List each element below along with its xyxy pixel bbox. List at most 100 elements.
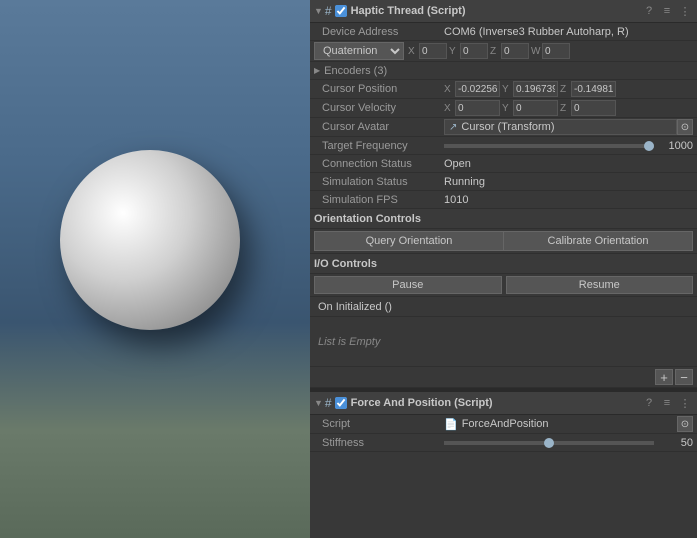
- cursor-position-fields: X Y Z: [444, 81, 693, 97]
- stiffness-slider-container: 50: [444, 437, 693, 449]
- cursor-velocity-row: Cursor Velocity X Y Z: [310, 99, 697, 118]
- stiffness-label: Stiffness: [314, 437, 444, 449]
- orientation-buttons-container: Query Orientation Calibrate Orientation: [314, 231, 693, 251]
- pause-button[interactable]: Pause: [314, 276, 502, 294]
- settings-button[interactable]: ≡: [659, 3, 675, 19]
- cp-y-label: Y: [502, 84, 512, 95]
- simulation-fps-label: Simulation FPS: [314, 194, 444, 206]
- cv-y-group: Y: [502, 100, 558, 116]
- cursor-pos-x-input[interactable]: [455, 81, 500, 97]
- cursor-avatar-value-container: ↗ Cursor (Transform): [444, 119, 677, 135]
- cv-x-label: X: [444, 103, 454, 114]
- connection-status-label: Connection Status: [314, 158, 444, 170]
- force-overflow-button[interactable]: ⋮: [677, 395, 693, 411]
- script-header-buttons: ? ≡ ⋮: [641, 3, 693, 19]
- cursor-position-row: Cursor Position X Y Z: [310, 80, 697, 99]
- cursor-vel-y-input[interactable]: [513, 100, 558, 116]
- force-help-button[interactable]: ?: [641, 395, 657, 411]
- list-empty-row: List is Empty: [310, 317, 697, 367]
- scene-view: [0, 0, 310, 538]
- sphere-container: [60, 150, 240, 330]
- script-browse-button[interactable]: ⊙: [677, 416, 693, 432]
- help-button[interactable]: ?: [641, 3, 657, 19]
- cursor-vel-z-input[interactable]: [571, 100, 616, 116]
- force-settings-button[interactable]: ≡: [659, 395, 675, 411]
- orientation-controls-label: Orientation Controls: [314, 213, 421, 225]
- force-script-header[interactable]: ▼ # Force And Position (Script) ? ≡ ⋮: [310, 392, 697, 415]
- cv-z-group: Z: [560, 100, 616, 116]
- simulation-status-label: Simulation Status: [314, 176, 444, 188]
- sphere-mesh: [60, 150, 240, 330]
- x-label: X: [408, 46, 418, 57]
- cursor-pos-y-input[interactable]: [513, 81, 558, 97]
- simulation-status-row: Simulation Status Running: [310, 173, 697, 191]
- encoders-row[interactable]: ▶ Encoders (3): [310, 62, 697, 80]
- inspector-panel: ▼ # Haptic Thread (Script) ? ≡ ⋮ Device …: [310, 0, 697, 538]
- device-address-label: Device Address: [314, 26, 444, 38]
- simulation-fps-row: Simulation FPS 1010: [310, 191, 697, 209]
- cursor-vel-x-input[interactable]: [455, 100, 500, 116]
- haptic-script-title: Haptic Thread (Script): [351, 5, 641, 17]
- device-address-row: Device Address COM6 (Inverse3 Rubber Aut…: [310, 23, 697, 41]
- cp-y-group: Y: [502, 81, 558, 97]
- avatar-browse-button[interactable]: ⊙: [677, 119, 693, 135]
- w-label: W: [531, 46, 541, 57]
- force-collapse-triangle-icon[interactable]: ▼: [314, 398, 323, 408]
- z-group: Z: [490, 43, 529, 59]
- simulation-status-value: Running: [444, 176, 693, 188]
- stiffness-slider[interactable]: [444, 441, 654, 445]
- cursor-position-label: Cursor Position: [314, 83, 444, 95]
- calibrate-orientation-button[interactable]: Calibrate Orientation: [503, 231, 693, 251]
- cursor-pos-z-input[interactable]: [571, 81, 616, 97]
- target-frequency-value: 1000: [658, 140, 693, 152]
- stiffness-value: 50: [658, 437, 693, 449]
- quaternion-dropdown[interactable]: Quaternion Euler: [314, 42, 404, 60]
- force-script-title: Force And Position (Script): [351, 397, 641, 409]
- script-field-row: Script 📄 ForceAndPosition ⊙: [310, 415, 697, 434]
- cursor-avatar-row: Cursor Avatar ↗ Cursor (Transform) ⊙: [310, 118, 697, 137]
- quaternion-x-input[interactable]: [419, 43, 447, 59]
- script-field-label: Script: [314, 418, 444, 430]
- orientation-buttons-row: Query Orientation Calibrate Orientation: [310, 229, 697, 254]
- force-script-enable-checkbox[interactable]: [335, 397, 347, 409]
- connection-status-value: Open: [444, 158, 693, 170]
- simulation-fps-value: 1010: [444, 194, 693, 206]
- collapse-triangle-icon[interactable]: ▼: [314, 6, 323, 16]
- script-field-value: ForceAndPosition: [462, 418, 673, 430]
- cv-x-group: X: [444, 100, 500, 116]
- target-frequency-label: Target Frequency: [314, 140, 444, 152]
- script-file-icon: 📄: [444, 418, 458, 431]
- cv-y-label: Y: [502, 103, 512, 114]
- target-frequency-slider-container: 1000: [444, 140, 693, 152]
- y-label: Y: [449, 46, 459, 57]
- cp-x-group: X: [444, 81, 500, 97]
- list-empty-label: List is Empty: [318, 336, 380, 348]
- remove-button[interactable]: −: [675, 369, 693, 385]
- cursor-avatar-label: Cursor Avatar: [314, 121, 444, 133]
- connection-status-row: Connection Status Open: [310, 155, 697, 173]
- device-address-value: COM6 (Inverse3 Rubber Autoharp, R): [444, 26, 693, 38]
- cp-x-label: X: [444, 84, 454, 95]
- quaternion-z-input[interactable]: [501, 43, 529, 59]
- resume-button[interactable]: Resume: [506, 276, 694, 294]
- quaternion-w-input[interactable]: [542, 43, 570, 59]
- script-field-value-container: 📄 ForceAndPosition ⊙: [444, 416, 693, 432]
- overflow-button[interactable]: ⋮: [677, 3, 693, 19]
- query-orientation-button[interactable]: Query Orientation: [314, 231, 503, 251]
- force-script-icon: #: [325, 396, 332, 410]
- cv-z-label: Z: [560, 103, 570, 114]
- on-initialized-row: On Initialized (): [310, 297, 697, 317]
- cursor-avatar-name: Cursor (Transform): [461, 121, 672, 133]
- io-controls-label: I/O Controls: [314, 258, 377, 270]
- cp-z-label: Z: [560, 84, 570, 95]
- script-icon: #: [325, 4, 332, 18]
- add-button[interactable]: +: [655, 369, 673, 385]
- w-group: W: [531, 43, 570, 59]
- stiffness-row: Stiffness 50: [310, 434, 697, 452]
- target-frequency-slider[interactable]: [444, 144, 654, 148]
- haptic-script-enable-checkbox[interactable]: [335, 5, 347, 17]
- encoders-triangle-icon: ▶: [314, 66, 320, 75]
- haptic-script-header[interactable]: ▼ # Haptic Thread (Script) ? ≡ ⋮: [310, 0, 697, 23]
- quaternion-y-input[interactable]: [460, 43, 488, 59]
- target-frequency-row: Target Frequency 1000: [310, 137, 697, 155]
